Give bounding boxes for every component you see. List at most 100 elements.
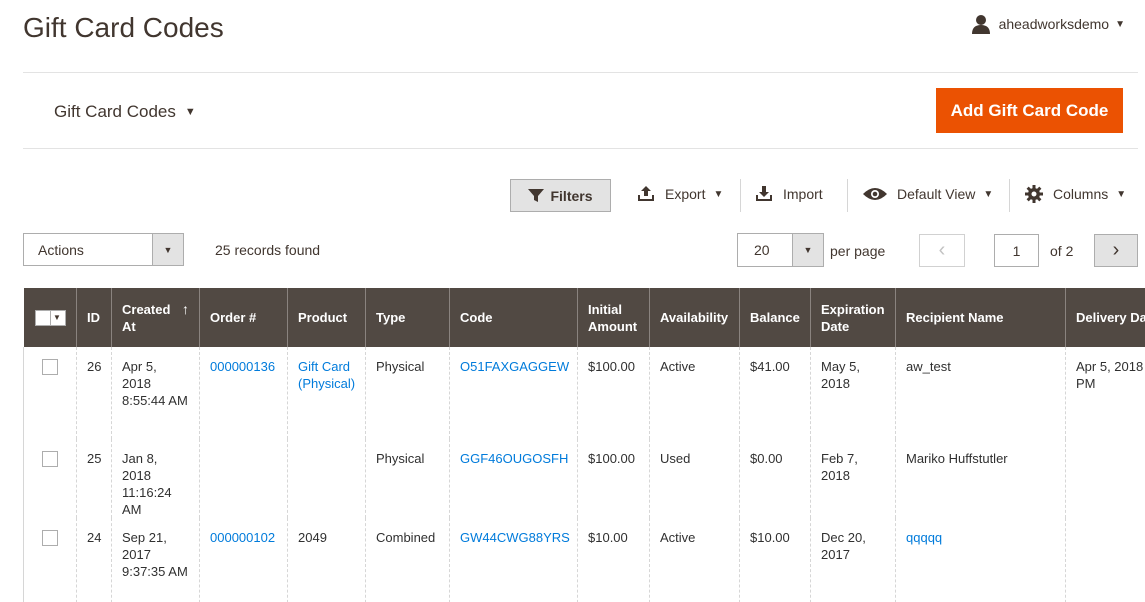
columns-label: Columns: [1053, 186, 1109, 202]
cell-initial-amount: $100.00: [577, 347, 650, 439]
code-link[interactable]: GW44CWG88YRS: [460, 530, 570, 545]
cell-delivery-date: Apr 5, 2018 9:00 PM: [1065, 347, 1145, 439]
funnel-icon: [528, 188, 545, 202]
actions-select[interactable]: Actions ▼: [23, 233, 184, 266]
column-header-created-at-label: Created At: [122, 301, 171, 334]
cell-balance: $0.00: [739, 439, 811, 518]
import-label: Import: [783, 186, 823, 202]
cell-initial-amount: $10.00: [577, 518, 650, 602]
toolbar-separator: [1009, 179, 1010, 212]
column-header-delivery-date[interactable]: Delivery Date: [1065, 288, 1145, 347]
row-checkbox[interactable]: [42, 451, 58, 467]
column-header-order[interactable]: Order #: [199, 288, 288, 347]
table-row[interactable]: 26 Apr 5, 2018 8:55:44 AM 000000136 Gift…: [23, 347, 1145, 439]
column-header-type[interactable]: Type: [365, 288, 450, 347]
cell-product: Gift Card (Physical): [287, 347, 366, 439]
cell-created-at: Jan 8, 2018 11:16:24 AM: [111, 439, 200, 518]
gear-icon: [1025, 185, 1043, 203]
cell-expiration-date: Dec 20, 2017: [810, 518, 896, 602]
column-header-expiration-date[interactable]: Expiration Date: [810, 288, 896, 347]
user-name: aheadworksdemo: [998, 16, 1110, 32]
store-switcher-label: Gift Card Codes: [54, 102, 176, 121]
table-header-row: ▼ ID ↑ Created At Order # Product Type Co…: [23, 288, 1145, 347]
mass-select-header[interactable]: ▼: [23, 288, 77, 347]
user-menu[interactable]: aheadworksdemo ▼: [971, 14, 1125, 34]
per-page-label: per page: [830, 243, 886, 259]
export-dropdown[interactable]: Export ▼: [637, 186, 723, 202]
order-link[interactable]: 000000102: [210, 530, 275, 545]
cell-availability: Active: [649, 347, 740, 439]
chevron-down-icon: ▼: [983, 188, 994, 200]
chevron-down-icon[interactable]: ▼: [49, 310, 64, 325]
filters-label: Filters: [550, 187, 593, 204]
export-label: Export: [665, 186, 706, 202]
cell-balance: $10.00: [739, 518, 811, 602]
cell-delivery-date: [1065, 439, 1145, 518]
product-link[interactable]: Gift Card (Physical): [298, 359, 355, 391]
cell-type: Physical: [365, 347, 450, 439]
sort-ascending-icon: ↑: [182, 300, 189, 317]
code-link[interactable]: O51FAXGAGGEW: [460, 359, 569, 374]
page-count-label: of 2: [1050, 243, 1074, 259]
column-header-balance[interactable]: Balance: [739, 288, 811, 347]
user-icon: [971, 15, 990, 34]
page-number-input[interactable]: [994, 234, 1039, 267]
per-page-select[interactable]: 20 ▼: [737, 233, 824, 267]
chevron-down-icon: ▼: [152, 234, 183, 265]
cell-id: 25: [76, 439, 112, 518]
cell-type: Physical: [365, 439, 450, 518]
download-icon: [756, 186, 772, 201]
row-select-cell: [23, 347, 77, 439]
cell-recipient-name: aw_test: [895, 347, 1066, 439]
import-link[interactable]: Import: [755, 186, 823, 202]
upload-icon: [638, 186, 654, 201]
store-switcher[interactable]: Gift Card Codes ▼: [54, 102, 196, 122]
cell-code: GW44CWG88YRS: [449, 518, 578, 602]
cell-code: O51FAXGAGGEW: [449, 347, 578, 439]
add-gift-card-code-button[interactable]: Add Gift Card Code: [936, 88, 1123, 133]
cell-recipient-name: Mariko Huffstutler: [895, 439, 1066, 518]
recipient-link[interactable]: qqqqq: [906, 530, 942, 545]
next-page-button[interactable]: ›: [1094, 234, 1138, 267]
cell-order: 000000136: [199, 347, 288, 439]
page-actions-divider: [23, 148, 1138, 149]
chevron-right-icon: ›: [1112, 239, 1120, 261]
cell-created-at: Apr 5, 2018 8:55:44 AM: [111, 347, 200, 439]
column-header-created-at[interactable]: ↑ Created At: [111, 288, 200, 347]
actions-label: Actions: [38, 241, 84, 258]
cell-availability: Active: [649, 518, 740, 602]
records-found: 25 records found: [215, 242, 321, 258]
toolbar-separator: [740, 179, 741, 212]
columns-dropdown[interactable]: Columns ▼: [1025, 185, 1126, 203]
column-header-initial-amount[interactable]: Initial Amount: [577, 288, 650, 347]
cell-expiration-date: Feb 7, 2018: [810, 439, 896, 518]
table-row[interactable]: 24 Sep 21, 2017 9:37:35 AM 000000102 204…: [23, 518, 1145, 602]
mass-select-checkbox[interactable]: ▼: [34, 309, 66, 326]
chevron-down-icon: ▼: [1116, 188, 1127, 200]
row-checkbox[interactable]: [42, 530, 58, 546]
column-header-availability[interactable]: Availability: [649, 288, 740, 347]
checkbox[interactable]: [36, 311, 50, 325]
toolbar-separator: [847, 179, 848, 212]
order-link[interactable]: 000000136: [210, 359, 275, 374]
gift-card-codes-grid: ▼ ID ↑ Created At Order # Product Type Co…: [23, 288, 1145, 602]
cell-availability: Used: [649, 439, 740, 518]
cell-product: 2049: [287, 518, 366, 602]
previous-page-button[interactable]: ‹: [919, 234, 965, 267]
row-select-cell: [23, 439, 77, 518]
cell-order: [199, 439, 288, 518]
column-header-product[interactable]: Product: [287, 288, 366, 347]
view-dropdown[interactable]: Default View ▼: [863, 186, 993, 202]
table-row[interactable]: 25 Jan 8, 2018 11:16:24 AM Physical GGF4…: [23, 439, 1145, 518]
filters-button[interactable]: Filters: [510, 179, 611, 212]
cell-delivery-date: [1065, 518, 1145, 602]
row-checkbox[interactable]: [42, 359, 58, 375]
code-link[interactable]: GGF46OUGOSFH: [460, 451, 568, 466]
column-header-code[interactable]: Code: [449, 288, 578, 347]
column-header-recipient-name[interactable]: Recipient Name: [895, 288, 1066, 347]
column-header-id[interactable]: ID: [76, 288, 112, 347]
per-page-value: 20: [754, 242, 770, 258]
header-divider: [23, 72, 1138, 73]
chevron-down-icon: ▼: [713, 188, 724, 200]
chevron-left-icon: ‹: [938, 239, 946, 261]
